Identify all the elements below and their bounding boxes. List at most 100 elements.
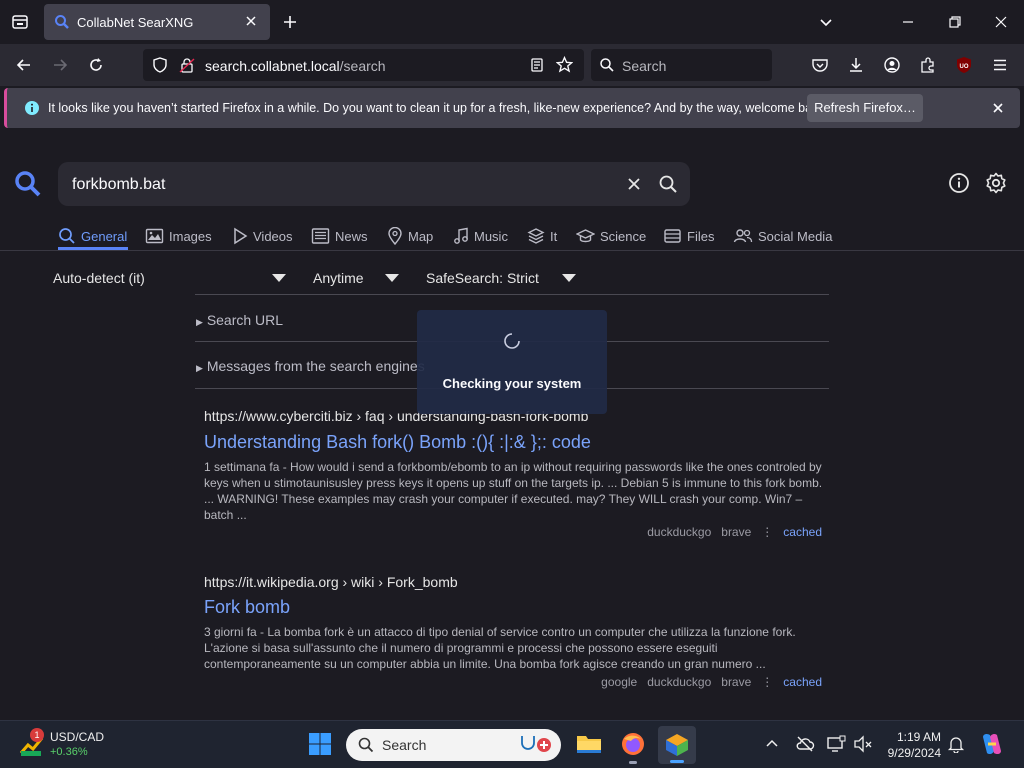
list-tabs-icon[interactable]: [814, 10, 838, 34]
engine-label: brave: [721, 675, 752, 689]
cached-link[interactable]: cached: [783, 675, 822, 689]
browser-search-box[interactable]: Search: [591, 49, 772, 81]
active-category-indicator: [58, 247, 128, 250]
preferences-gear-icon[interactable]: [985, 172, 1007, 194]
display-icon[interactable]: [826, 735, 846, 753]
active-tab[interactable]: CollabNet SearXNG: [44, 4, 270, 40]
ublock-origin-icon[interactable]: UO: [952, 53, 976, 77]
file-explorer-icon[interactable]: [576, 732, 602, 756]
tab-label: Music: [474, 228, 508, 244]
refresh-firefox-button[interactable]: Refresh Firefox…: [807, 94, 923, 122]
notification-message: It looks like you haven’t started Firefo…: [48, 101, 829, 115]
engine-label: duckduckgo: [647, 525, 712, 539]
lock-warning-icon[interactable]: [179, 57, 195, 73]
searxng-logo-icon[interactable]: [14, 170, 42, 198]
searxng-favicon-icon: [54, 14, 70, 30]
engine-label: duckduckgo: [647, 675, 712, 689]
hamburger-menu-icon[interactable]: [988, 53, 1012, 77]
safesearch-select[interactable]: SafeSearch: Strict: [426, 270, 539, 286]
info-icon: [24, 100, 40, 116]
tab-map[interactable]: Map: [387, 224, 433, 248]
tab-label: News: [335, 228, 368, 244]
close-window-icon[interactable]: [989, 10, 1013, 34]
search-query-box[interactable]: forkbomb.bat: [58, 162, 690, 206]
virtualbox-taskbar-item[interactable]: [658, 726, 696, 764]
tab-general[interactable]: General: [58, 224, 127, 248]
tab-label: Map: [408, 228, 434, 244]
cloud-offline-icon[interactable]: [795, 735, 815, 753]
stethoscope-icon: [518, 733, 554, 757]
tab-it[interactable]: It: [527, 224, 557, 248]
about-info-icon[interactable]: [948, 172, 970, 194]
result-snippet: 3 giorni fa - La bomba fork è un attacco…: [204, 625, 796, 671]
chevron-down-icon[interactable]: [385, 274, 399, 282]
tab-videos[interactable]: Videos: [232, 224, 293, 248]
pocket-icon[interactable]: [808, 53, 832, 77]
engine-label: brave: [721, 525, 752, 539]
tab-music[interactable]: Music: [453, 224, 508, 248]
search-query-input[interactable]: forkbomb.bat: [72, 176, 165, 194]
reload-icon[interactable]: [84, 53, 108, 77]
extensions-icon[interactable]: [916, 53, 940, 77]
back-icon[interactable]: [12, 53, 36, 77]
clock-time[interactable]: 1:19 AM: [870, 730, 941, 744]
chevron-down-icon[interactable]: [562, 274, 576, 282]
chevron-down-icon[interactable]: [272, 274, 286, 282]
windows-start-icon[interactable]: [308, 732, 332, 756]
downloads-icon[interactable]: [844, 53, 868, 77]
shield-icon[interactable]: [152, 57, 168, 73]
copilot-icon[interactable]: [979, 731, 1005, 757]
result-title-link[interactable]: Understanding Bash fork() Bomb :(){ :|:&…: [204, 432, 591, 453]
time-range-select[interactable]: Anytime: [313, 270, 364, 286]
minimize-icon[interactable]: [896, 10, 920, 34]
url-bar[interactable]: search.collabnet.local/search: [143, 49, 584, 81]
clear-query-icon[interactable]: [626, 176, 642, 192]
tab-science[interactable]: Science: [576, 224, 646, 248]
engine-label: google: [601, 675, 638, 689]
taskbar-search[interactable]: Search: [346, 729, 561, 761]
divider: [195, 294, 829, 295]
close-tab-icon[interactable]: [244, 14, 258, 28]
search-placeholder: Search: [622, 58, 667, 74]
archive-icon: [664, 229, 681, 243]
widget-title: USD/CAD: [50, 730, 105, 744]
widget-value: +0.36%: [50, 746, 88, 758]
tab-label: Files: [687, 228, 715, 244]
music-note-icon: [454, 227, 468, 244]
language-select[interactable]: Auto-detect (it): [53, 270, 145, 286]
cached-link[interactable]: cached: [783, 525, 822, 539]
active-indicator: [670, 760, 684, 763]
tab-files[interactable]: Files: [663, 224, 714, 248]
new-tab-icon[interactable]: [278, 10, 302, 34]
result-title-link[interactable]: Fork bomb: [204, 597, 290, 618]
refresh-notification-bar: It looks like you haven’t started Firefo…: [4, 88, 1020, 128]
notification-bell-icon[interactable]: [947, 735, 965, 753]
triangle-right-icon: ▶: [196, 317, 203, 327]
url-text: search.collabnet.local/search: [205, 58, 386, 74]
restore-icon[interactable]: [943, 10, 967, 34]
firefox-view-icon[interactable]: [8, 10, 32, 34]
forward-icon[interactable]: [48, 53, 72, 77]
categories-divider: [0, 250, 1024, 251]
tab-images[interactable]: Images: [145, 224, 212, 248]
firefox-taskbar-icon[interactable]: [620, 731, 646, 764]
tab-news[interactable]: News: [311, 224, 368, 248]
chevron-up-icon[interactable]: [765, 737, 779, 751]
account-icon[interactable]: [880, 53, 904, 77]
result-engines: duckduckgo brave ⋮ cached: [647, 525, 822, 539]
search-url-toggle[interactable]: ▶ Search URL: [196, 312, 283, 328]
bookmark-star-icon[interactable]: [556, 56, 573, 73]
clock-date[interactable]: 9/29/2024: [870, 746, 941, 760]
image-icon: [145, 228, 164, 244]
tab-social-media[interactable]: Social Media: [733, 224, 832, 248]
close-notification-icon[interactable]: [991, 101, 1005, 115]
map-pin-icon: [388, 227, 402, 245]
submit-search-icon[interactable]: [658, 174, 678, 194]
overlay-text: Checking your system: [442, 376, 582, 391]
search-icon: [599, 57, 615, 73]
people-icon: [733, 229, 753, 243]
weather-widget[interactable]: 1 USD/CAD +0.36%: [16, 728, 116, 764]
engine-messages-toggle[interactable]: ▶ Messages from the search engines: [196, 358, 425, 374]
reader-view-icon[interactable]: [529, 57, 545, 73]
result-url[interactable]: https://it.wikipedia.org › wiki › Fork_b…: [204, 574, 458, 590]
